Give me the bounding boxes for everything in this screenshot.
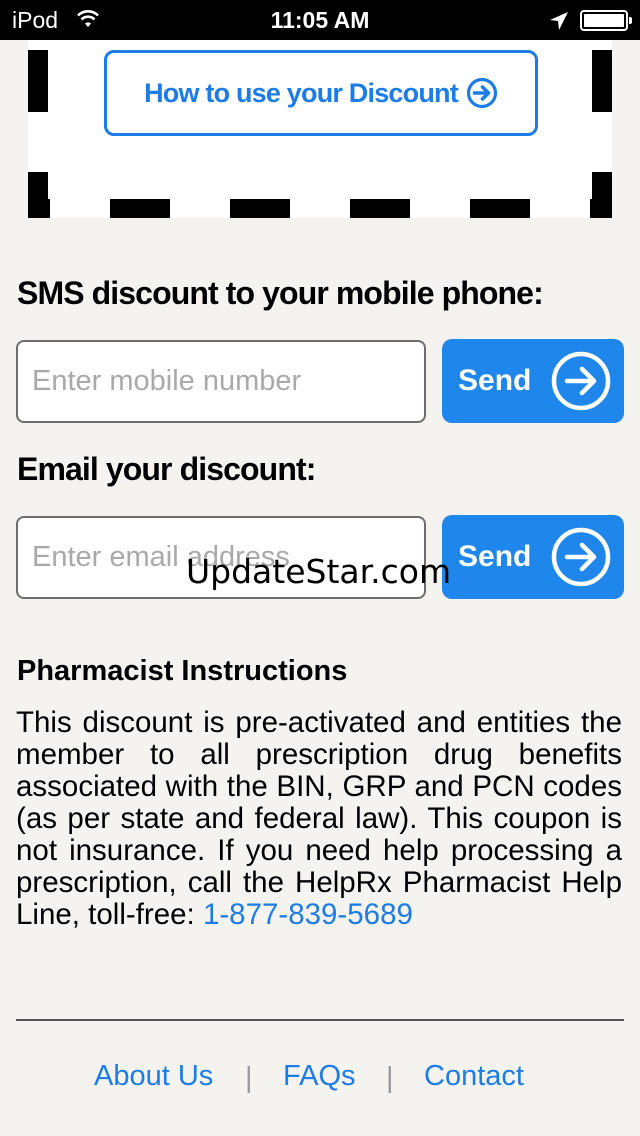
email-send-label: Send xyxy=(458,540,532,573)
circle-arrow-right-icon xyxy=(551,351,611,411)
pharmacist-instructions-heading: Pharmacist Instructions xyxy=(17,655,348,687)
pharmacist-phone-link[interactable]: 1-877-839-5689 xyxy=(203,898,413,931)
how-to-use-discount-button[interactable]: How to use your Discount xyxy=(104,50,538,136)
faqs-link[interactable]: FAQs xyxy=(283,1060,356,1093)
email-heading: Email your discount: xyxy=(17,451,316,487)
coupon-dashed-border-right xyxy=(592,50,612,218)
sms-send-label: Send xyxy=(458,364,532,397)
contact-link[interactable]: Contact xyxy=(424,1060,524,1093)
pharmacist-instructions-text: This discount is pre-activated and entit… xyxy=(16,707,622,931)
battery-icon xyxy=(580,10,632,31)
coupon-dashed-border-bottom xyxy=(28,199,612,218)
mobile-number-input[interactable] xyxy=(16,340,426,423)
footer-separator: | xyxy=(245,1062,253,1094)
sms-heading: SMS discount to your mobile phone: xyxy=(17,275,544,311)
footer-separator: | xyxy=(386,1062,394,1094)
how-to-use-discount-label: How to use your Discount xyxy=(144,77,459,108)
watermark: UpdateStar.com xyxy=(186,552,452,591)
circle-arrow-right-icon xyxy=(551,527,611,587)
sms-send-button[interactable]: Send xyxy=(442,339,624,423)
circle-arrow-right-icon xyxy=(466,77,498,109)
email-send-button[interactable]: Send xyxy=(442,515,624,599)
about-us-link[interactable]: About Us xyxy=(94,1060,213,1093)
location-arrow-icon xyxy=(550,12,568,30)
coupon-dashed-border-left xyxy=(28,50,48,218)
footer-divider xyxy=(16,1019,624,1021)
clock-time: 11:05 AM xyxy=(270,7,370,33)
status-bar: iPod 11:05 AM xyxy=(0,0,640,40)
